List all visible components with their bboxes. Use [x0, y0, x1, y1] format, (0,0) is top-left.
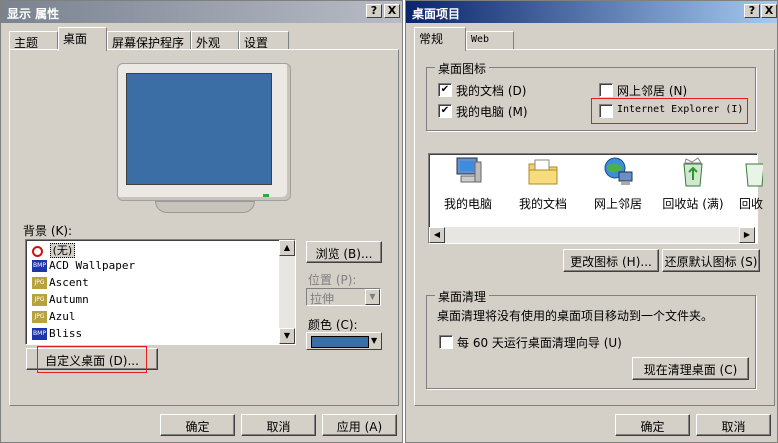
scroll-right-arrow-icon[interactable]: ▶: [739, 227, 755, 243]
ok-button[interactable]: 确定: [160, 414, 235, 436]
clean-desktop-now-button[interactable]: 现在清理桌面 (C): [632, 357, 749, 380]
monitor-preview: [117, 63, 291, 219]
my-computer-checkbox[interactable]: ✔: [438, 104, 452, 118]
window-title: 显示 属性: [7, 7, 60, 21]
scroll-left-arrow-icon[interactable]: ◀: [429, 227, 445, 243]
apply-button[interactable]: 应用 (A): [322, 414, 397, 436]
group-title: 桌面图标: [435, 60, 490, 77]
scroll-down-arrow-icon[interactable]: ▼: [279, 328, 295, 344]
horizontal-scrollbar[interactable]: ◀ ▶: [429, 227, 755, 243]
cleanup-every-60-days-checkbox[interactable]: [439, 335, 453, 349]
partial-icon-item[interactable]: 回收: [733, 156, 763, 212]
computer-icon: [456, 157, 482, 183]
tab-themes[interactable]: 主题: [9, 31, 58, 50]
no-entry-icon: [32, 245, 43, 257]
close-button[interactable]: X: [384, 4, 400, 18]
ok-button[interactable]: 确定: [615, 414, 690, 436]
cleanup-description: 桌面清理将没有使用的桌面项目移动到一个文件夹。: [437, 309, 714, 323]
help-button[interactable]: ?: [744, 4, 760, 18]
customize-desktop-button[interactable]: 自定义桌面 (D)...: [26, 348, 158, 370]
tab-appearance[interactable]: 外观: [191, 31, 239, 50]
list-item-label: Azul: [49, 310, 76, 323]
network-places-checkbox[interactable]: [599, 83, 613, 97]
monitor-stand: [155, 201, 255, 213]
scrollbar[interactable]: ▲ ▼: [279, 240, 295, 344]
tab-desktop[interactable]: 桌面: [58, 27, 107, 51]
power-led: [263, 194, 269, 197]
list-item-label: Autumn: [49, 293, 89, 306]
change-icon-button[interactable]: 更改图标 (H)...: [563, 249, 659, 272]
network-places-item[interactable]: 网上邻居: [583, 156, 653, 212]
restore-default-button[interactable]: 还原默认图标 (S): [662, 249, 760, 272]
tab-settings[interactable]: 设置: [239, 31, 289, 50]
my-documents-item[interactable]: 我的文档: [508, 156, 578, 212]
list-item[interactable]: BMP Bliss: [32, 327, 82, 344]
my-documents-label: 我的文档 (D): [456, 84, 527, 98]
list-item[interactable]: JPG Autumn: [32, 293, 89, 310]
list-item-label: Bliss: [49, 327, 83, 340]
list-item[interactable]: BMP ACD Wallpaper: [32, 259, 135, 276]
position-label: 位置 (P):: [308, 273, 357, 287]
color-label: 颜色 (C):: [308, 318, 358, 332]
list-item[interactable]: JPG Azul: [32, 310, 76, 327]
position-select[interactable]: 拉伸 ▼: [306, 288, 381, 306]
list-item[interactable]: (无): [32, 242, 76, 259]
close-button[interactable]: X: [761, 4, 777, 18]
bitmap-icon: BMP: [32, 260, 47, 272]
jpeg-icon: JPG: [32, 311, 47, 323]
tab-general[interactable]: 常规: [414, 27, 466, 51]
window-title: 桌面项目: [412, 7, 461, 21]
color-swatch: [311, 336, 369, 348]
list-item-label: (无): [49, 243, 76, 258]
color-picker[interactable]: ▼: [306, 332, 382, 350]
recycle-bin-full-icon: [683, 157, 703, 187]
cancel-button[interactable]: 取消: [241, 414, 316, 436]
group-title: 桌面清理: [435, 288, 490, 305]
list-item-label: ACD Wallpaper: [49, 259, 136, 272]
recycle-bin-item[interactable]: 回收站 (满): [658, 156, 728, 212]
background-list[interactable]: (无) BMP ACD Wallpaper JPG Ascent JPG Autumn…: [25, 239, 296, 345]
internet-explorer-checkbox[interactable]: [599, 104, 613, 118]
recycle-bin-empty-icon: [745, 163, 763, 187]
tab-web[interactable]: Web: [466, 31, 514, 50]
desktop-items-window: 桌面项目 ? X 常规 Web 桌面图标 ✔ 我的文档 (D) 网上邻居 (N)…: [405, 0, 778, 443]
my-documents-checkbox[interactable]: ✔: [438, 83, 452, 97]
icon-label: 回收: [739, 197, 763, 211]
list-item-label: Ascent: [49, 276, 89, 289]
icon-label: 网上邻居: [593, 197, 642, 211]
my-computer-item[interactable]: 我的电脑: [433, 156, 503, 212]
cancel-button[interactable]: 取消: [696, 414, 771, 436]
help-button[interactable]: ?: [366, 4, 382, 18]
title-bar: 桌面项目 ? X: [406, 1, 777, 23]
bitmap-icon: BMP: [32, 328, 47, 340]
jpeg-icon: JPG: [32, 294, 47, 306]
internet-explorer-label: Internet Explorer (I): [617, 104, 744, 115]
scroll-up-arrow-icon[interactable]: ▲: [279, 240, 295, 256]
chevron-down-icon[interactable]: ▼: [365, 289, 380, 305]
network-icon: [604, 157, 633, 185]
browse-button[interactable]: 浏览 (B)...: [306, 241, 382, 263]
cleanup-checkbox-label: 每 60 天运行桌面清理向导 (U): [457, 336, 622, 350]
icon-label: 回收站 (满): [662, 197, 724, 211]
display-properties-window: 显示 属性 ? X 主题 桌面 屏幕保护程序 外观 设置 背景 (K): (无)…: [0, 0, 403, 443]
folder-icon: [528, 159, 558, 185]
chevron-down-icon: ▼: [371, 336, 378, 345]
my-computer-label: 我的电脑 (M): [456, 105, 528, 119]
title-bar: 显示 属性 ? X: [1, 1, 402, 23]
network-places-label: 网上邻居 (N): [617, 84, 688, 98]
background-label: 背景 (K):: [23, 224, 73, 238]
icon-label: 我的电脑: [443, 197, 492, 211]
tab-screensaver[interactable]: 屏幕保护程序: [107, 31, 191, 50]
icon-label: 我的文档: [518, 197, 567, 211]
monitor-screen: [126, 73, 272, 185]
position-value: 拉伸: [310, 292, 335, 306]
list-item[interactable]: JPG Ascent: [32, 276, 89, 293]
jpeg-icon: JPG: [32, 277, 47, 289]
desktop-icons-group: 桌面图标: [426, 60, 756, 131]
